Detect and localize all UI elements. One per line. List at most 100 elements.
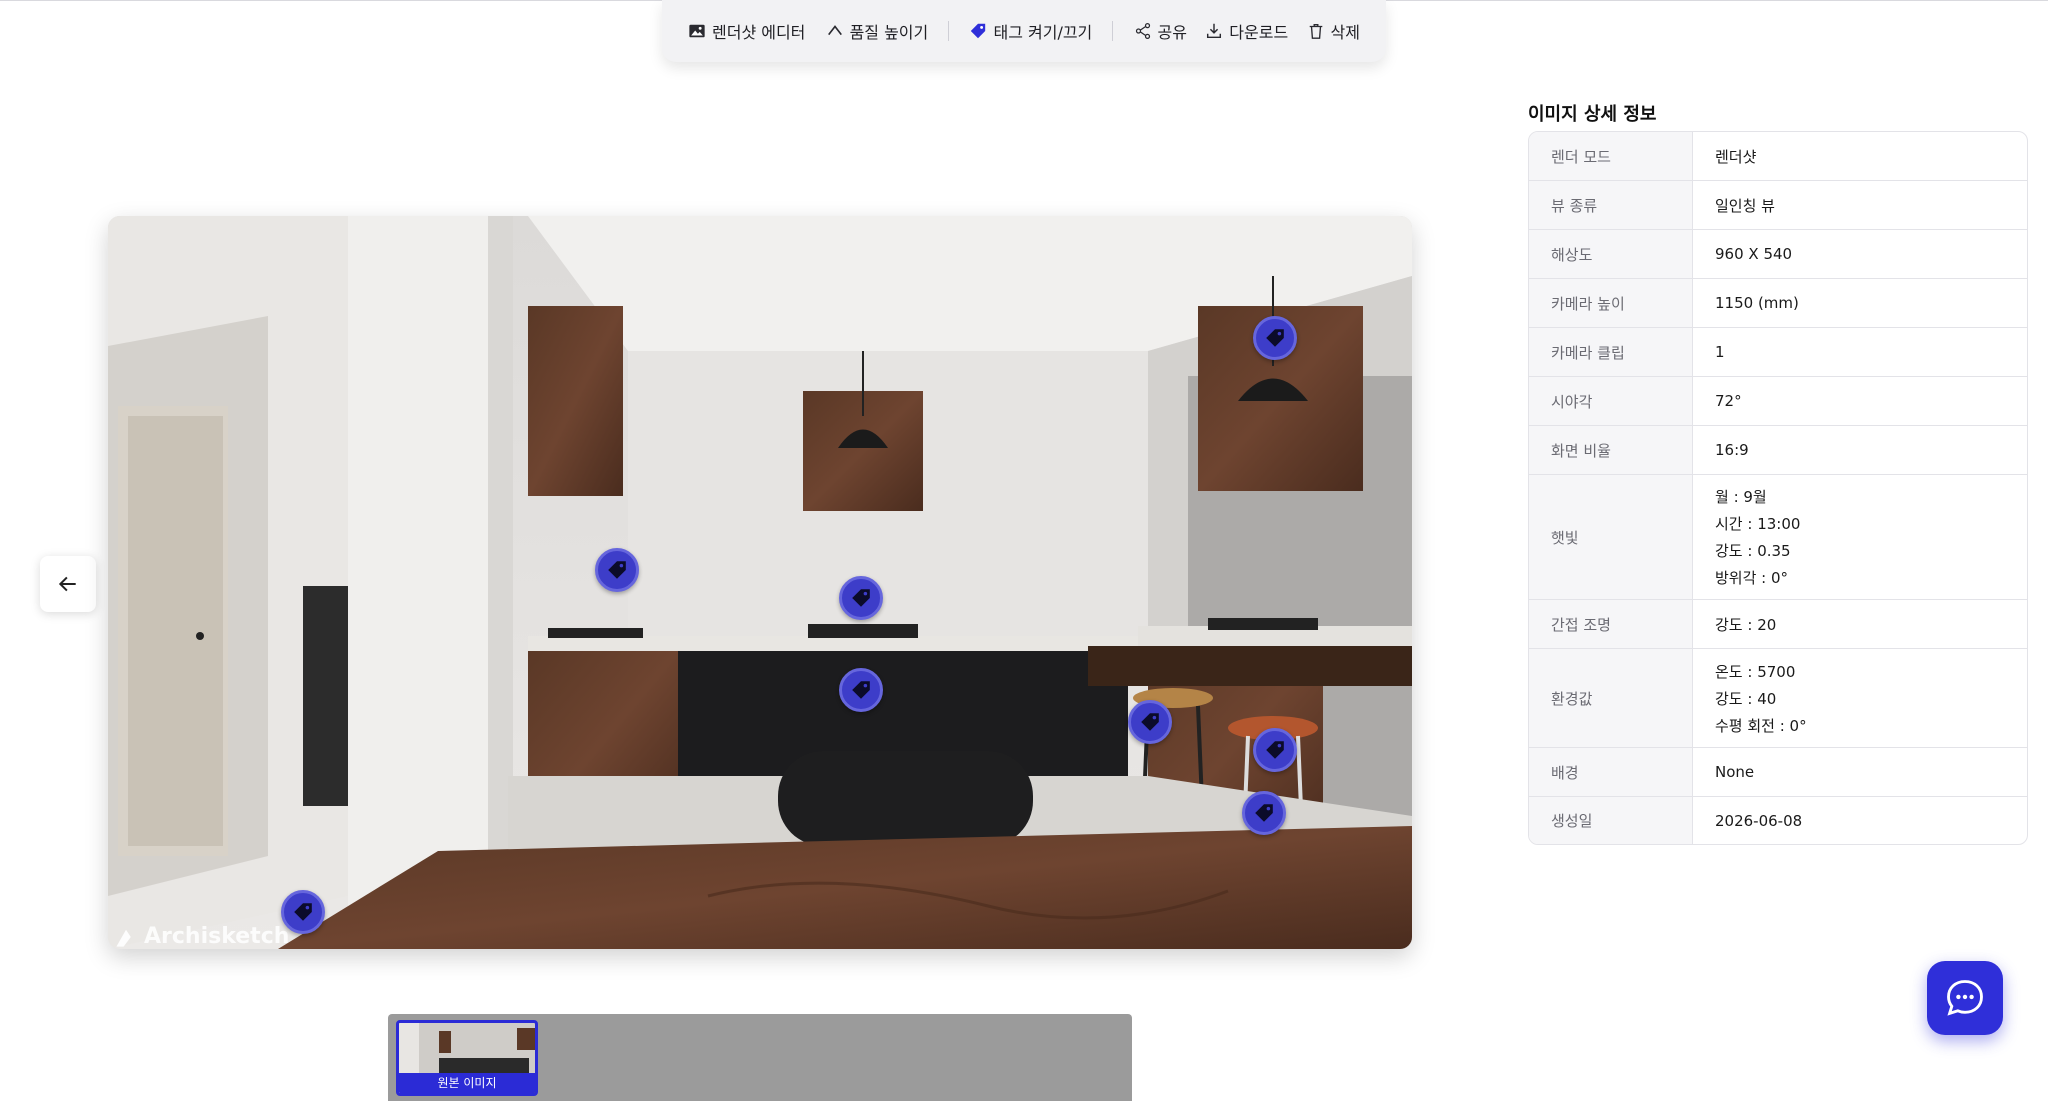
tag-icon [294, 903, 312, 921]
share-icon [1135, 22, 1150, 40]
detail-value-text: 온도 : 5700 [1715, 662, 1796, 681]
upscale-label: 품질 높이기 [849, 23, 929, 42]
detail-value-text: 수평 회전 : 0° [1715, 716, 1807, 735]
share-button[interactable]: 공유 [1134, 19, 1187, 43]
render-image-viewer[interactable]: Archisketch [108, 216, 1412, 949]
tag-icon [852, 589, 870, 607]
detail-label: 시야각 [1529, 377, 1693, 425]
share-label: 공유 [1157, 23, 1187, 42]
detail-value: 일인칭 뷰 [1693, 181, 2027, 229]
detail-label: 화면 비율 [1529, 426, 1693, 474]
detail-row-background: 배경 None [1529, 747, 2027, 796]
chat-bubble-icon [1947, 980, 1983, 1016]
detail-row-created-date: 생성일 2026-06-08 [1529, 796, 2027, 844]
detail-value: 온도 : 5700 강도 : 40 수평 회전 : 0° [1693, 649, 2027, 747]
thumbnail-strip: 원본 이미지 [388, 1014, 1132, 1101]
detail-value: 72° [1693, 377, 2027, 425]
detail-row-render-mode: 렌더 모드 렌더샷 [1529, 132, 2027, 180]
detail-row-resolution: 해상도 960 X 540 [1529, 229, 2027, 278]
detail-value-text: 시간 : 13:00 [1715, 515, 1801, 533]
download-button[interactable]: 다운로드 [1205, 19, 1288, 43]
detail-row-indirect-light: 간접 조명 강도 : 20 [1529, 599, 2027, 648]
image-toolbar: 렌더샷 에디터 품질 높이기 태그 켜기/끄기 공유 다운로드 삭제 [662, 0, 1386, 62]
detail-value-text: 일인칭 뷰 [1715, 196, 1775, 215]
detail-row-sunlight: 햇빛 월 : 9월 시간 : 13:00 강도 : 0.35 방위각 : 0° [1529, 474, 2027, 599]
archisketch-logo-icon [116, 929, 131, 947]
detail-row-camera-clip: 카메라 클립 1 [1529, 327, 2027, 376]
detail-label: 카메라 높이 [1529, 279, 1693, 327]
detail-label: 해상도 [1529, 230, 1693, 278]
tag-icon [852, 681, 870, 699]
toggle-tags-label: 태그 켜기/끄기 [993, 23, 1093, 42]
toolbar-divider [1112, 21, 1114, 41]
detail-value: 2026-06-08 [1693, 797, 2027, 844]
detail-label: 환경값 [1529, 649, 1693, 747]
detail-label: 배경 [1529, 748, 1693, 796]
detail-value: None [1693, 748, 2027, 796]
toggle-tags-button[interactable]: 태그 켜기/끄기 [969, 19, 1092, 43]
detail-row-camera-height: 카메라 높이 1150 (mm) [1529, 278, 2027, 327]
tag-icon [1266, 741, 1284, 759]
detail-value: 16:9 [1693, 426, 2027, 474]
detail-label: 카메라 클립 [1529, 328, 1693, 376]
detail-value-text: None [1715, 763, 1755, 781]
detail-value: 월 : 9월 시간 : 13:00 강도 : 0.35 방위각 : 0° [1693, 475, 2027, 599]
back-button[interactable] [40, 556, 96, 612]
detail-value-text: 1 [1715, 343, 1725, 361]
detail-value-text: 렌더샷 [1715, 147, 1757, 166]
detail-value-text: 월 : 9월 [1715, 488, 1767, 506]
tag-icon [1266, 329, 1284, 347]
detail-value-text: 2026-06-08 [1715, 811, 1803, 830]
detail-value: 렌더샷 [1693, 132, 2027, 180]
product-tag-pin[interactable] [839, 576, 883, 620]
detail-label: 생성일 [1529, 797, 1693, 844]
detail-value: 960 X 540 [1693, 230, 2027, 278]
detail-label: 렌더 모드 [1529, 132, 1693, 180]
details-title: 이미지 상세 정보 [1528, 104, 1657, 125]
tag-icon [971, 23, 986, 39]
detail-value-text: 강도 : 0.35 [1715, 542, 1791, 560]
detail-value-text: 강도 : 20 [1715, 615, 1777, 634]
kitchen-render-image [108, 216, 1412, 949]
tag-icon [1141, 713, 1159, 731]
image-icon [689, 24, 705, 38]
watermark-text: Archisketch [144, 924, 290, 949]
product-tag-pin[interactable] [281, 890, 325, 934]
product-tag-pin[interactable] [1253, 728, 1297, 772]
product-tag-pin[interactable] [1253, 316, 1297, 360]
detail-value-text: 16:9 [1715, 441, 1749, 459]
chevron-up-icon [827, 25, 842, 36]
archisketch-watermark: Archisketch [114, 924, 289, 949]
detail-label: 햇빛 [1529, 475, 1693, 599]
chat-support-button[interactable] [1927, 961, 2003, 1035]
detail-label: 간접 조명 [1529, 600, 1693, 648]
detail-row-view-type: 뷰 종류 일인칭 뷰 [1529, 180, 2027, 229]
arrow-left-icon [58, 576, 76, 592]
upscale-button[interactable]: 품질 높이기 [826, 19, 929, 43]
product-tag-pin[interactable] [1128, 700, 1172, 744]
detail-value-text: 960 X 540 [1715, 245, 1793, 263]
detail-value: 강도 : 20 [1693, 600, 2027, 648]
render-editor-button[interactable]: 렌더샷 에디터 [688, 19, 805, 43]
trash-icon [1309, 24, 1322, 39]
details-table: 렌더 모드 렌더샷 뷰 종류 일인칭 뷰 해상도 960 X 540 카메라 높… [1528, 131, 2028, 845]
detail-label: 뷰 종류 [1529, 181, 1693, 229]
product-tag-pin[interactable] [1242, 791, 1286, 835]
detail-value-text: 72° [1715, 392, 1742, 410]
render-editor-label: 렌더샷 에디터 [712, 23, 806, 42]
detail-value-text: 1150 (mm) [1715, 294, 1799, 312]
thumbnail-label: 원본 이미지 [399, 1073, 535, 1093]
detail-value: 1150 (mm) [1693, 279, 2027, 327]
product-tag-pin[interactable] [839, 668, 883, 712]
thumbnail-original[interactable]: 원본 이미지 [396, 1020, 538, 1096]
detail-row-environment: 환경값 온도 : 5700 강도 : 40 수평 회전 : 0° [1529, 648, 2027, 747]
delete-label: 삭제 [1330, 23, 1360, 42]
detail-row-aspect-ratio: 화면 비율 16:9 [1529, 425, 2027, 474]
tag-icon [1255, 804, 1273, 822]
download-icon [1207, 23, 1222, 39]
detail-row-fov: 시야각 72° [1529, 376, 2027, 425]
delete-button[interactable]: 삭제 [1307, 19, 1360, 43]
detail-value-text: 강도 : 40 [1715, 689, 1777, 708]
product-tag-pin[interactable] [595, 548, 639, 592]
toolbar-divider [948, 21, 950, 41]
